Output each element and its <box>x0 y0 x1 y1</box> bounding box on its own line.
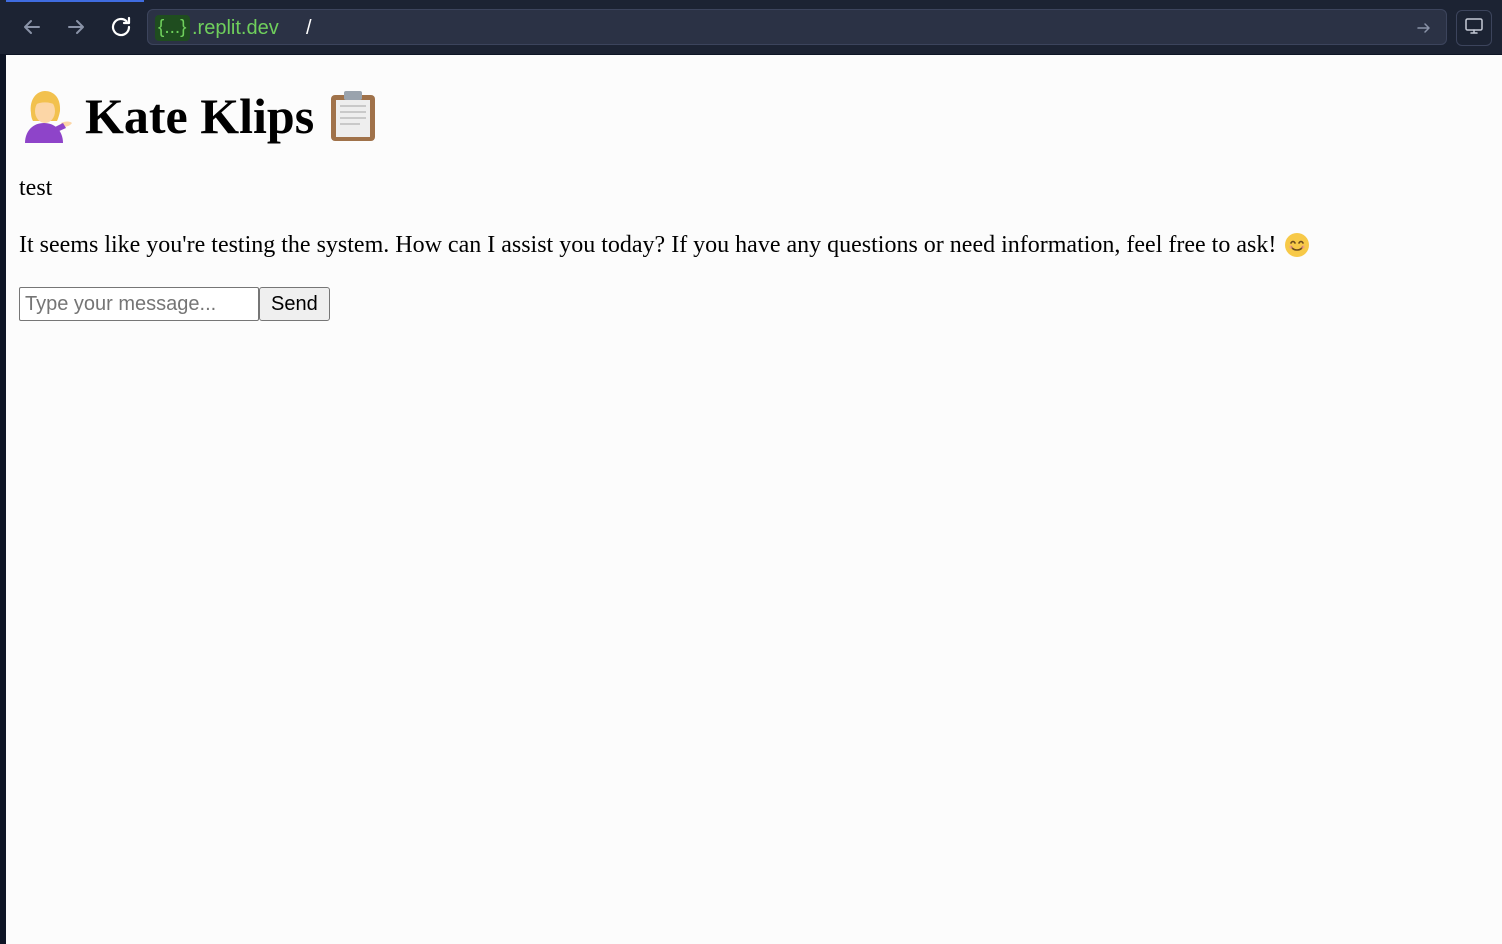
url-repl-badge: {...} <box>155 15 190 41</box>
reload-icon <box>109 15 133 39</box>
browser-toolbar: {...} .replit.dev <box>0 0 1502 55</box>
assistant-message-text: It seems like you're testing the system.… <box>19 232 1277 258</box>
forward-arrow-icon <box>65 16 87 38</box>
forward-button[interactable] <box>61 12 91 42</box>
woman-tipping-hand-icon <box>19 89 73 143</box>
address-bar[interactable]: {...} .replit.dev <box>147 9 1447 45</box>
send-button[interactable]: Send <box>259 287 330 321</box>
monitor-icon <box>1464 16 1484 41</box>
go-arrow-icon[interactable] <box>1412 16 1436 40</box>
page-content: Kate Klips test It seems like you're tes… <box>6 55 1502 944</box>
reload-button[interactable] <box>106 12 136 42</box>
url-domain: .replit.dev <box>192 17 279 39</box>
clipboard-icon <box>326 89 380 143</box>
app-title: Kate Klips <box>85 88 315 144</box>
active-tab-indicator <box>6 0 144 2</box>
page-title: Kate Klips <box>19 85 1489 147</box>
devtools-button[interactable] <box>1456 10 1492 46</box>
back-arrow-icon <box>21 16 43 38</box>
back-button[interactable] <box>17 12 47 42</box>
user-message: test <box>19 175 53 201</box>
url-path-input[interactable] <box>306 15 806 41</box>
smiling-face-icon <box>1284 232 1310 258</box>
assistant-message: It seems like you're testing the system.… <box>19 230 1489 260</box>
chat-form: Send <box>19 287 1489 321</box>
message-input[interactable] <box>19 287 259 321</box>
